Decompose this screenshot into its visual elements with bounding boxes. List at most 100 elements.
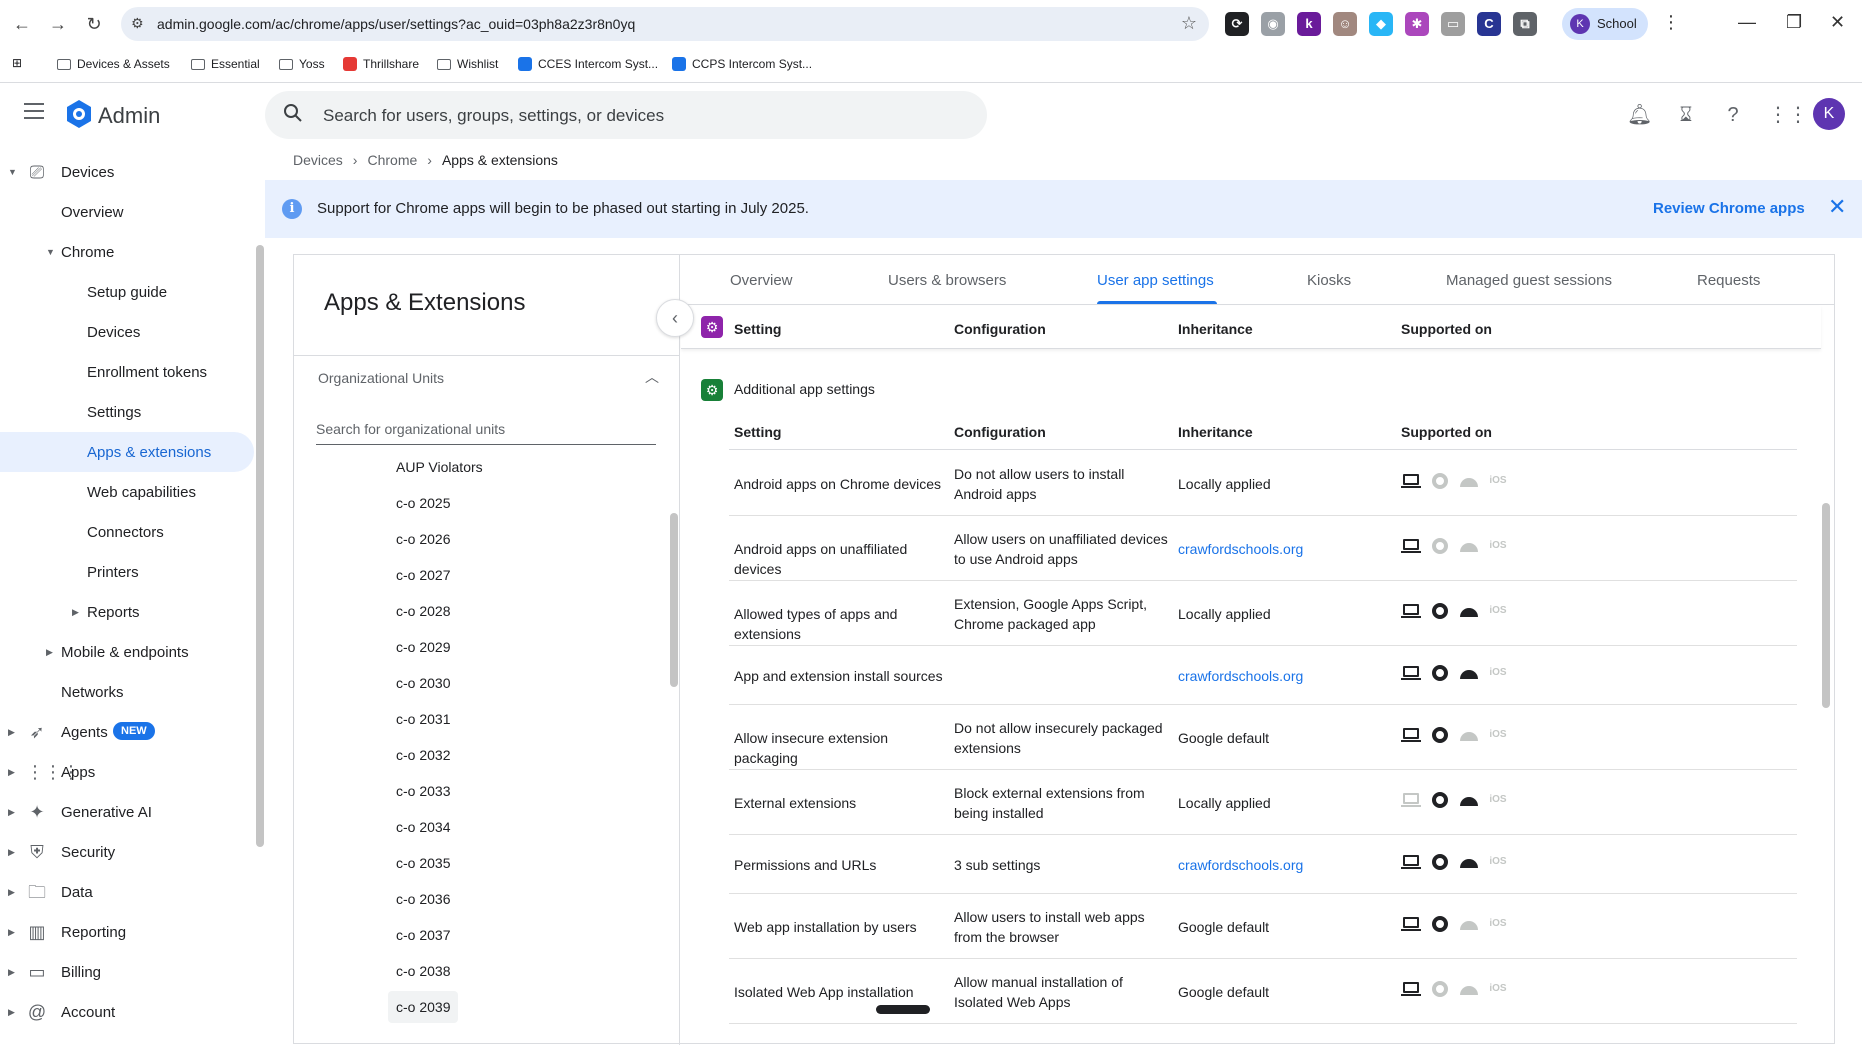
caret-right-icon[interactable]: ▶ (8, 847, 15, 858)
nav-item-agents[interactable]: ▶ ➶ Agents NEW (0, 712, 254, 752)
org-unit-item[interactable]: c-o 2027 (396, 567, 450, 583)
nav-item-mobile-endpoints[interactable]: ▶ Mobile & endpoints (0, 632, 254, 672)
org-unit-item[interactable]: c-o 2032 (396, 747, 450, 763)
org-unit-item[interactable]: c-o 2036 (396, 891, 450, 907)
browser-menu-icon[interactable]: ⋮ (1662, 12, 1680, 33)
nav-item-account[interactable]: ▶ @ Account (0, 992, 254, 1032)
nav-item-chrome[interactable]: ▼ Chrome (0, 232, 254, 272)
puzzle-purple-icon[interactable]: ✱ (1405, 12, 1429, 36)
help-icon[interactable]: ? (1721, 103, 1745, 127)
nav-item-apps-extensions[interactable]: Apps & extensions (0, 432, 254, 472)
org-unit-item[interactable]: c-o 2025 (396, 495, 450, 511)
bookmark-item[interactable]: Thrillshare (343, 57, 419, 71)
table-row[interactable]: Permissions and URLs 3 sub settings crawfo… (729, 835, 1797, 894)
nav-item-reporting[interactable]: ▶ ▥ Reporting (0, 912, 254, 952)
org-unit-item[interactable]: c-o 2033 (396, 783, 450, 799)
nav-item-devices[interactable]: Devices (0, 312, 254, 352)
nav-item-web-capabilities[interactable]: Web capabilities (0, 472, 254, 512)
table-row[interactable]: Android apps on Chrome devices Do not all… (729, 451, 1797, 516)
avatar-extension-icon[interactable]: ☺ (1333, 12, 1357, 36)
table-row[interactable]: Allowed types of apps and extensions Exte… (729, 581, 1797, 646)
chevron-up-icon[interactable]: ︿ (645, 367, 659, 387)
nav-item-connectors[interactable]: Connectors (0, 512, 254, 552)
tab-requests[interactable]: Requests (1697, 272, 1760, 289)
caret-right-icon[interactable]: ▶ (8, 927, 15, 938)
org-list-scrollbar[interactable] (670, 513, 678, 687)
caret-right-icon[interactable]: ▶ (8, 807, 15, 818)
close-window-icon[interactable]: ✕ (1830, 12, 1845, 33)
camera-icon[interactable]: ◉ (1261, 12, 1285, 36)
breadcrumb-devices[interactable]: Devices (293, 152, 343, 168)
caret-right-icon[interactable]: ▶ (8, 887, 15, 898)
reload-icon[interactable]: ↻ (82, 12, 106, 36)
inheritance-cell[interactable]: crawfordschools.org (1178, 666, 1388, 686)
inheritance-cell[interactable]: crawfordschools.org (1178, 855, 1388, 875)
nav-item-printers[interactable]: Printers (0, 552, 254, 592)
bookmark-item[interactable]: CCES Intercom Syst... (518, 57, 658, 71)
back-arrow-icon[interactable]: ← (10, 12, 34, 36)
account-avatar[interactable]: K (1813, 98, 1845, 130)
nav-item-billing[interactable]: ▶ ▭ Billing (0, 952, 254, 992)
nav-item-overview[interactable]: Overview (0, 192, 254, 232)
bookmark-star-icon[interactable]: ☆ (1181, 13, 1197, 34)
site-info-icon[interactable]: ⚙ (131, 15, 144, 32)
caret-right-icon[interactable]: ▶ (8, 767, 15, 778)
collapse-panel-button[interactable]: ‹ (656, 299, 694, 337)
bookmark-item[interactable]: CCPS Intercom Syst... (672, 57, 812, 71)
table-row[interactable]: External extensions Block external extens… (729, 770, 1797, 835)
tab-user-app-settings[interactable]: User app settings (1097, 272, 1214, 289)
extensions-puzzle-icon[interactable]: ⧉ (1513, 12, 1537, 36)
nav-scrollbar[interactable] (256, 245, 264, 847)
apps-grid-icon[interactable]: ⊞ (12, 56, 22, 70)
caret-right-icon[interactable]: ▶ (46, 647, 53, 658)
table-row[interactable]: Isolated Web App installation Allow manua… (729, 959, 1797, 1024)
nav-item-setup-guide[interactable]: Setup guide (0, 272, 254, 312)
hourglass-icon[interactable]: ⌛︎ (1674, 103, 1698, 127)
nav-item-security[interactable]: ▶ ⛨ Security (0, 832, 254, 872)
sync-icon[interactable]: ⟳ (1225, 12, 1249, 36)
tab-users-browsers[interactable]: Users & browsers (888, 272, 1006, 289)
c-extension-icon[interactable]: C (1477, 12, 1501, 36)
tab-overview[interactable]: Overview (730, 272, 793, 289)
caret-right-icon[interactable]: ▶ (72, 607, 79, 618)
restore-icon[interactable]: ❐ (1786, 12, 1802, 33)
org-unit-item[interactable]: c-o 2039 (388, 991, 459, 1023)
org-unit-item[interactable]: AUP Violators (396, 459, 483, 475)
caret-right-icon[interactable]: ▶ (8, 727, 15, 738)
horizontal-scroll-pill[interactable] (876, 1005, 930, 1014)
search-input[interactable]: Search for users, groups, settings, or d… (265, 91, 987, 139)
nav-item-apps[interactable]: ▶ ⋮⋮⋮ Apps (0, 752, 254, 792)
nav-item-settings[interactable]: Settings (0, 392, 254, 432)
org-unit-item[interactable]: c-o 2037 (396, 927, 450, 943)
cast-icon[interactable]: ▭ (1441, 12, 1465, 36)
inheritance-cell[interactable]: crawfordschools.org (1178, 539, 1388, 559)
bookmark-item[interactable]: Wishlist (437, 57, 498, 71)
breadcrumb-chrome[interactable]: Chrome (367, 152, 417, 168)
caret-right-icon[interactable]: ▶ (8, 1007, 15, 1018)
org-unit-search-input[interactable]: Search for organizational units (316, 413, 656, 445)
url-text[interactable]: admin.google.com/ac/chrome/apps/user/set… (157, 16, 635, 32)
org-unit-item[interactable]: c-o 2038 (396, 963, 450, 979)
google-apps-icon[interactable]: ⋮⋮⋮ (1768, 103, 1828, 127)
table-row[interactable]: Android apps on unaffiliated devices Allo… (729, 516, 1797, 581)
nav-item-generative-ai[interactable]: ▶ ✦ Generative AI (0, 792, 254, 832)
nav-item-networks[interactable]: Networks (0, 672, 254, 712)
org-unit-item[interactable]: c-o 2030 (396, 675, 450, 691)
review-chrome-apps-link[interactable]: Review Chrome apps (1653, 200, 1805, 217)
bookmark-item[interactable]: Devices & Assets (57, 57, 170, 71)
caret-right-icon[interactable]: ▶ (8, 967, 15, 978)
nav-item-enrollment-tokens[interactable]: Enrollment tokens (0, 352, 254, 392)
table-row[interactable]: Web app installation by users Allow users… (729, 894, 1797, 959)
org-unit-item[interactable]: c-o 2035 (396, 855, 450, 871)
tab-kiosks[interactable]: Kiosks (1307, 272, 1351, 289)
profile-chip[interactable]: K School (1562, 8, 1648, 40)
table-row[interactable]: Allow insecure extension packaging Do not… (729, 705, 1797, 770)
org-unit-item[interactable]: c-o 2028 (396, 603, 450, 619)
close-icon[interactable]: ✕ (1828, 194, 1846, 220)
notifications-bell-icon[interactable]: 🔔︎ (1627, 103, 1652, 127)
nav-item-devices[interactable]: ▼ ⎚ Devices (0, 152, 254, 192)
bookmark-item[interactable]: Essential (191, 57, 260, 71)
caret-down-icon[interactable]: ▼ (46, 247, 55, 257)
org-unit-item[interactable]: c-o 2034 (396, 819, 450, 835)
table-row[interactable]: App and extension install sources crawfor… (729, 646, 1797, 705)
